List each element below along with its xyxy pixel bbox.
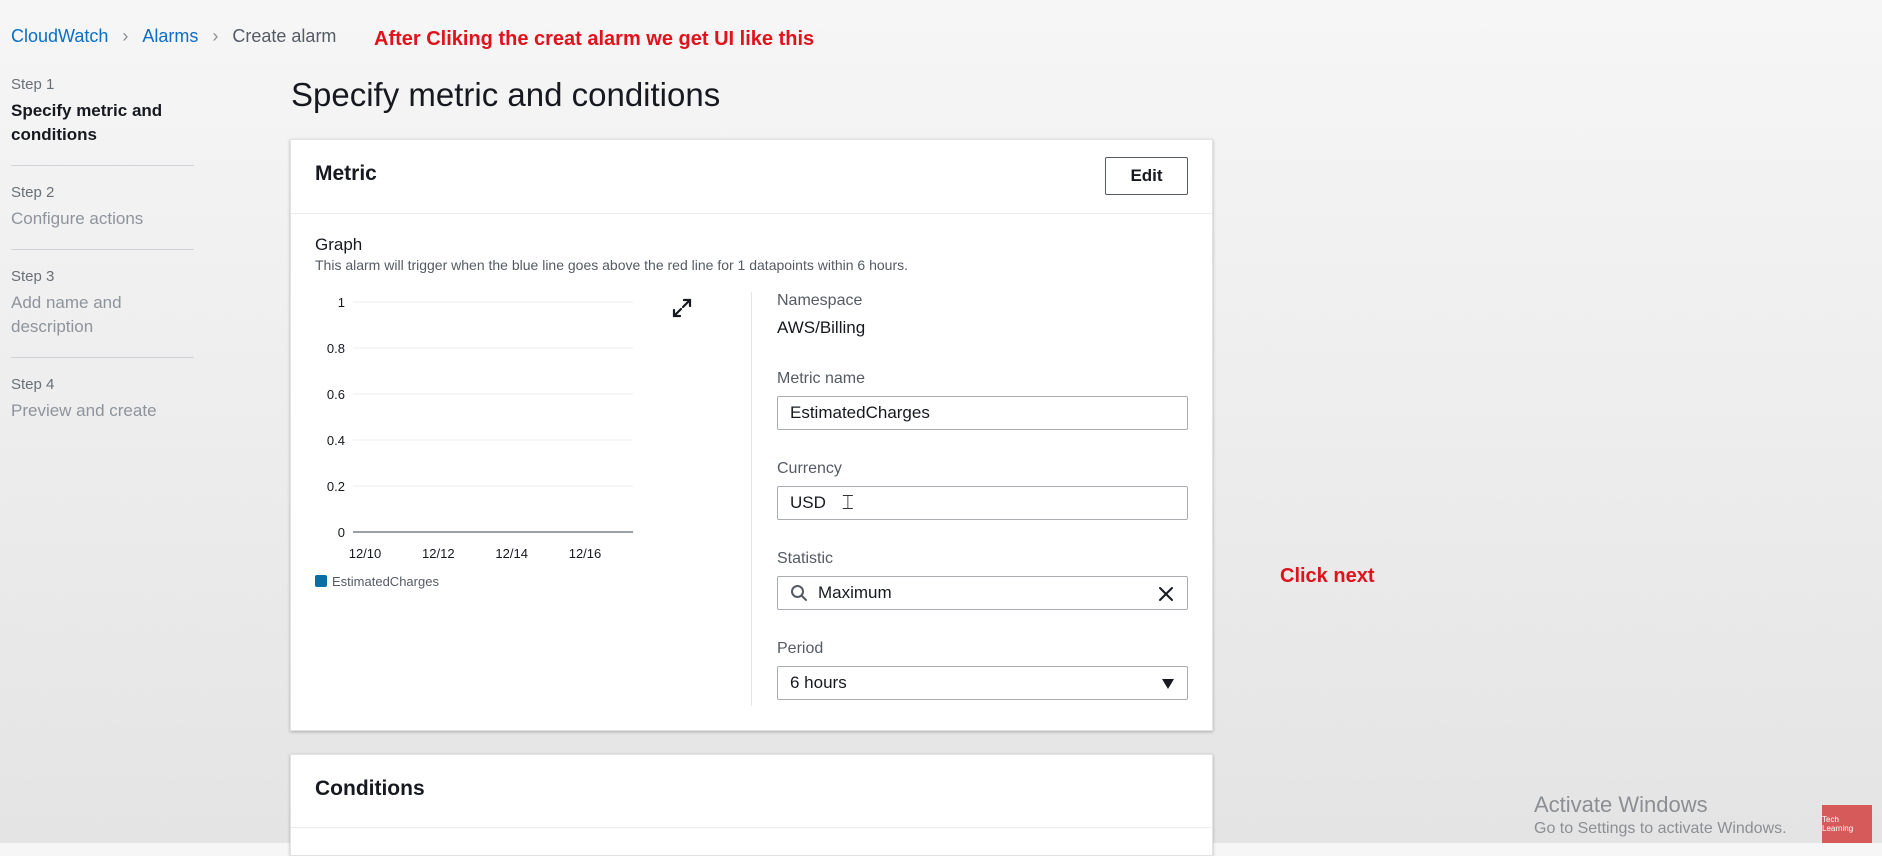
x-tick-label: 12/14 <box>495 546 528 561</box>
period-label: Period <box>777 640 824 657</box>
step-title: Specify metric and conditions <box>11 101 163 144</box>
y-tick-label: 0.4 <box>327 433 345 448</box>
currency-value: USD <box>790 493 826 512</box>
watermark-title: Activate Windows <box>1534 792 1708 817</box>
step-4[interactable]: Step 4 Preview and create <box>11 376 194 441</box>
watermark-subtitle: Go to Settings to activate Windows. <box>1534 820 1787 837</box>
step-number: Step 2 <box>11 184 55 201</box>
vertical-divider <box>751 292 752 706</box>
page-title: Specify metric and conditions <box>291 76 721 113</box>
channel-logo-text: Tech Learning <box>1822 815 1854 833</box>
annotation-top: After Cliking the creat alarm we get UI … <box>374 28 815 50</box>
breadcrumb-alarms-link[interactable]: Alarms <box>142 26 198 47</box>
x-tick-label: 12/10 <box>349 546 382 561</box>
y-tick-label: 0 <box>338 525 345 540</box>
activate-windows-watermark: Activate Windows Go to Settings to activ… <box>1534 792 1787 838</box>
conditions-panel: Conditions <box>290 754 1213 856</box>
step-title: Add name and description <box>11 293 122 336</box>
wizard-steps: Step 1 Specify metric and conditions Ste… <box>11 76 194 459</box>
step-title: Preview and create <box>11 401 157 420</box>
legend-label: EstimatedCharges <box>332 574 439 589</box>
metric-chart: 1 0.8 0.6 0.4 0.2 0 12/10 12/12 12/14 12/16 Estima… <box>315 295 633 589</box>
breadcrumb-cloudwatch-link[interactable]: CloudWatch <box>11 26 108 47</box>
statistic-label: Statistic <box>777 550 834 567</box>
x-tick-label: 12/12 <box>422 546 455 561</box>
channel-logo: Tech Learning <box>1822 805 1872 843</box>
y-tick-label: 1 <box>338 295 345 310</box>
statistic-input[interactable]: Maximum <box>777 576 1188 610</box>
metric-panel-header: Metric Edit <box>291 140 1212 214</box>
edit-button[interactable]: Edit <box>1105 157 1188 195</box>
step-number: Step 4 <box>11 376 55 393</box>
chevron-right-icon: › <box>212 26 219 46</box>
step-number: Step 3 <box>11 268 55 285</box>
currency-field: Currency USD ⌶ <box>777 460 1188 520</box>
step-title: Configure actions <box>11 209 144 228</box>
step-2[interactable]: Step 2 Configure actions <box>11 184 194 250</box>
graph-label: Graph <box>315 235 363 254</box>
graph-description: This alarm will trigger when the blue li… <box>315 257 908 273</box>
metric-panel: Metric Edit Graph This alarm will trigge… <box>290 139 1213 731</box>
conditions-panel-title: Conditions <box>315 777 425 800</box>
y-tick-label: 0.6 <box>327 387 345 402</box>
annotation-next: Click next <box>1280 565 1375 587</box>
breadcrumb-current: Create alarm <box>232 26 337 46</box>
text-cursor-icon: ⌶ <box>841 491 854 514</box>
expand-icon[interactable] <box>671 297 693 319</box>
period-value: 6 hours <box>790 673 847 692</box>
period-field: Period 6 hours <box>777 640 1188 700</box>
metric-panel-title: Metric <box>315 162 377 185</box>
x-tick-label: 12/16 <box>569 546 602 561</box>
namespace-label: Namespace <box>777 292 863 309</box>
period-select[interactable]: 6 hours <box>777 666 1188 700</box>
step-1[interactable]: Step 1 Specify metric and conditions <box>11 76 194 166</box>
metric-name-input[interactable]: EstimatedCharges <box>777 396 1188 430</box>
currency-label: Currency <box>777 460 842 477</box>
metric-name-value: EstimatedCharges <box>790 403 930 422</box>
legend-swatch <box>315 575 327 587</box>
search-icon <box>791 585 807 601</box>
chevron-right-icon: › <box>122 26 129 46</box>
y-tick-label: 0.2 <box>327 479 345 494</box>
namespace-field: Namespace AWS/Billing <box>777 292 1188 338</box>
statistic-value: Maximum <box>818 583 892 602</box>
step-3[interactable]: Step 3 Add name and description <box>11 268 194 358</box>
step-number: Step 1 <box>11 76 55 93</box>
clear-icon[interactable] <box>1157 585 1175 603</box>
breadcrumb: CloudWatch › Alarms › Create alarm <box>11 26 336 47</box>
y-tick-label: 0.8 <box>327 341 345 356</box>
metric-name-field: Metric name EstimatedCharges <box>777 370 1188 430</box>
statistic-field: Statistic Maximum <box>777 550 1188 610</box>
caret-down-icon <box>1162 679 1174 689</box>
namespace-value: AWS/Billing <box>777 318 866 337</box>
conditions-panel-header: Conditions <box>291 755 1212 828</box>
currency-input[interactable]: USD ⌶ <box>777 486 1188 520</box>
metric-name-label: Metric name <box>777 370 866 387</box>
